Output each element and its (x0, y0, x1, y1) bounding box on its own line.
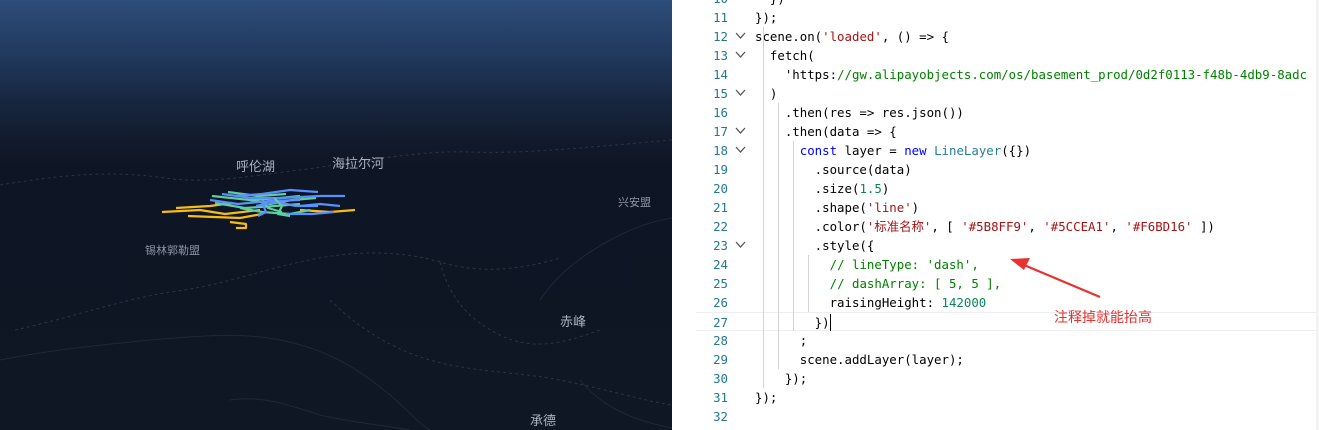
annotation-text: 注释掉就能抬高 (1054, 310, 1152, 326)
annotation-arrow (1010, 258, 1101, 299)
